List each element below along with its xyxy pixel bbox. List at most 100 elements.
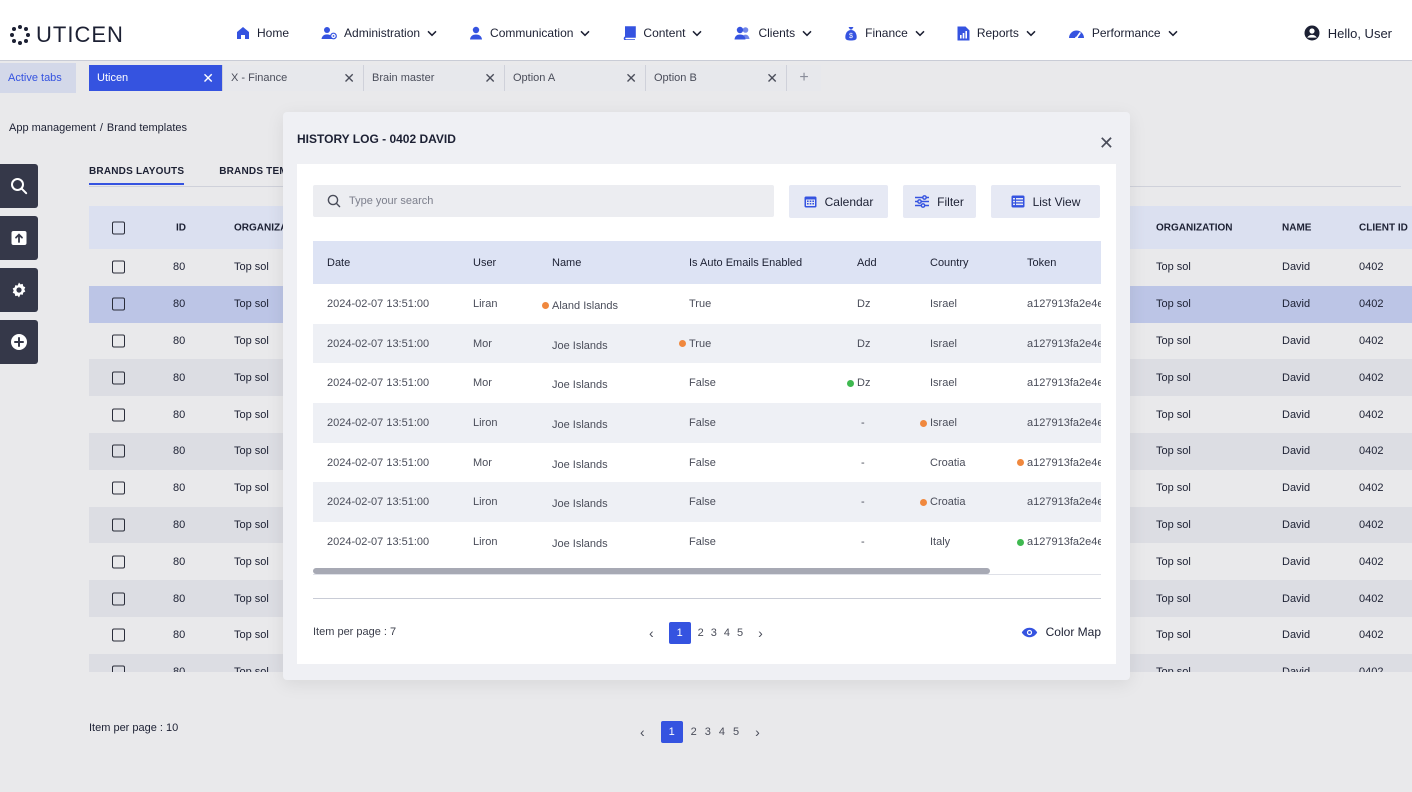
column-header-add[interactable]: Add <box>857 257 877 269</box>
page-4-button[interactable]: 4 <box>724 627 730 639</box>
breadcrumb-separator: / <box>99 122 103 134</box>
money-bag-icon: $ <box>844 26 858 41</box>
row-checkbox[interactable] <box>112 297 125 311</box>
history-row[interactable]: 2024-02-07 13:51:00 Liron Joe Islands False… <box>313 482 1101 523</box>
row-checkbox[interactable] <box>112 334 125 348</box>
row-checkbox[interactable] <box>112 518 125 532</box>
list-view-button[interactable]: List View <box>991 185 1100 218</box>
history-search-input[interactable] <box>349 195 749 207</box>
column-header-auto[interactable]: Is Auto Emails Enabled <box>689 257 802 269</box>
cell-text: Liron <box>473 535 498 548</box>
side-add-button[interactable] <box>0 320 38 364</box>
page-1-button[interactable]: 1 <box>668 622 691 644</box>
history-pagination: ‹ 1 2 3 4 5 › <box>649 622 763 644</box>
row-checkbox[interactable] <box>112 628 125 642</box>
cell-text: False <box>689 416 716 429</box>
cell-name: David <box>1282 298 1311 311</box>
page-2-button[interactable]: 2 <box>698 627 704 639</box>
next-page-icon[interactable]: › <box>758 625 763 641</box>
column-header-country[interactable]: Country <box>930 257 969 269</box>
row-checkbox[interactable] <box>112 260 125 274</box>
row-checkbox[interactable] <box>112 371 125 385</box>
prev-page-icon[interactable]: ‹ <box>640 724 645 740</box>
history-row[interactable]: 2024-02-07 13:51:00 Mor Joe Islands True Dz I… <box>313 323 1101 364</box>
tab-option-a[interactable]: Option A ✕ <box>505 64 646 91</box>
history-row[interactable]: 2024-02-07 13:51:00 Mor Joe Islands False - C… <box>313 443 1101 483</box>
column-header-client-id[interactable]: CLIENT ID <box>1359 222 1408 233</box>
row-checkbox[interactable] <box>112 408 125 422</box>
next-page-icon[interactable]: › <box>755 724 760 740</box>
horizontal-scrollbar[interactable] <box>313 567 1101 575</box>
nav-item-clients[interactable]: Clients <box>734 24 812 42</box>
column-header-user[interactable]: User <box>473 257 496 269</box>
nav-item-administration[interactable]: Administration <box>321 24 437 42</box>
column-header-organization-right[interactable]: ORGANIZATION <box>1156 222 1232 233</box>
select-all-checkbox[interactable] <box>112 221 125 234</box>
cell-organization-right: Top sol <box>1156 518 1191 531</box>
tab-uticen[interactable]: Uticen ✕ <box>89 64 223 91</box>
side-upload-button[interactable] <box>0 216 38 260</box>
history-row[interactable]: 2024-02-07 13:51:00 Liron Joe Islands False… <box>313 522 1101 562</box>
page-1-button[interactable]: 1 <box>660 721 683 743</box>
column-header-organization[interactable]: ORGANIZA <box>234 222 287 233</box>
cell-name: David <box>1282 261 1311 274</box>
user-menu[interactable]: Hello, User <box>1304 25 1392 41</box>
nav-item-home[interactable]: Home <box>236 24 289 42</box>
close-tab-icon[interactable]: ✕ <box>625 71 637 85</box>
column-header-name[interactable]: NAME <box>1282 222 1311 233</box>
page-3-button[interactable]: 3 <box>705 726 711 738</box>
close-tab-icon[interactable]: ✕ <box>202 71 214 85</box>
close-icon[interactable]: ✕ <box>1099 134 1114 152</box>
color-map-button[interactable]: Color Map <box>1021 625 1101 639</box>
cell-client-id: 0402 <box>1359 445 1384 458</box>
close-tab-icon[interactable]: ✕ <box>484 71 496 85</box>
filter-button[interactable]: Filter <box>903 185 976 218</box>
tab-x-finance[interactable]: X - Finance ✕ <box>223 64 364 91</box>
history-row[interactable]: 2024-02-07 13:51:00 Liron Joe Islands False… <box>313 403 1101 443</box>
row-checkbox[interactable] <box>112 592 125 606</box>
nav-item-content[interactable]: Content <box>622 24 702 42</box>
row-checkbox[interactable] <box>112 444 125 458</box>
cell-token: a127913fa2e4e <box>1017 457 1101 469</box>
page-3-button[interactable]: 3 <box>711 627 717 639</box>
column-header-date[interactable]: Date <box>327 257 350 269</box>
row-checkbox[interactable] <box>112 555 125 569</box>
add-tab-button[interactable]: + <box>787 64 821 91</box>
column-header-name[interactable]: Name <box>552 257 581 269</box>
page-5-button[interactable]: 5 <box>733 726 739 738</box>
scrollbar-thumb[interactable] <box>313 568 990 574</box>
prev-page-icon[interactable]: ‹ <box>649 625 654 641</box>
row-checkbox[interactable] <box>112 665 125 672</box>
cell-id: 80 <box>173 445 186 458</box>
tab-brands-layouts[interactable]: BRANDS LAYOUTS <box>89 166 185 185</box>
page-5-button[interactable]: 5 <box>737 627 743 639</box>
page-4-button[interactable]: 4 <box>719 726 725 738</box>
cell-client-id: 0402 <box>1359 408 1384 421</box>
app-logo[interactable]: UTICEN <box>10 22 124 48</box>
cell-date: 2024-02-07 13:51:00 <box>327 496 429 508</box>
history-search[interactable] <box>313 185 774 217</box>
nav-item-performance[interactable]: Performance <box>1068 24 1178 42</box>
page-2-button[interactable]: 2 <box>691 726 697 738</box>
side-search-button[interactable] <box>0 164 38 208</box>
cell-country: Italy <box>930 536 950 548</box>
cell-client-id: 0402 <box>1359 592 1384 605</box>
cell-add: - <box>861 536 865 548</box>
nav-item-finance[interactable]: $ Finance <box>844 24 925 42</box>
row-checkbox[interactable] <box>112 481 125 495</box>
nav-item-reports[interactable]: Reports <box>957 24 1036 42</box>
history-row[interactable]: 2024-02-07 13:51:00 Liran Aland Islands Tru… <box>313 284 1101 324</box>
close-tab-icon[interactable]: ✕ <box>343 71 355 85</box>
close-tab-icon[interactable]: ✕ <box>766 71 778 85</box>
column-header-id[interactable]: ID <box>176 222 186 233</box>
cell-date: 2024-02-07 13:51:00 <box>327 298 429 310</box>
breadcrumb-parent[interactable]: App management <box>9 122 96 134</box>
side-settings-button[interactable] <box>0 268 38 312</box>
nav-item-communication[interactable]: Communication <box>469 24 590 42</box>
tab-brain-master[interactable]: Brain master ✕ <box>364 64 505 91</box>
book-icon <box>622 26 637 40</box>
history-row[interactable]: 2024-02-07 13:51:00 Mor Joe Islands False Dz… <box>313 363 1101 403</box>
column-header-token[interactable]: Token <box>1027 257 1056 269</box>
tab-option-b[interactable]: Option B ✕ <box>646 64 787 91</box>
calendar-button[interactable]: Calendar <box>789 185 888 218</box>
